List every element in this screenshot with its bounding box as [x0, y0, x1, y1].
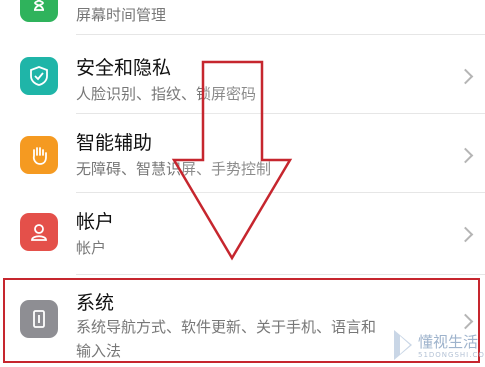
settings-item-screen-time[interactable]: 屏幕时间管理	[0, 0, 485, 28]
chevron-right-icon	[457, 147, 474, 164]
settings-item-title: 安全和隐私	[76, 57, 172, 79]
chevron-right-icon	[457, 68, 474, 85]
settings-item-subtitle: 帐户	[76, 239, 107, 257]
chevron-right-icon	[457, 226, 474, 243]
person-icon	[20, 213, 58, 251]
settings-item-account[interactable]: 帐户 帐户	[0, 193, 485, 273]
divider	[76, 274, 485, 275]
settings-item-title: 帐户	[76, 211, 115, 233]
watermark-subtext: 51DONGSHI.COM	[418, 351, 485, 359]
shield-check-icon	[20, 57, 58, 95]
settings-item-subtitle: 人脸识别、指纹、锁屏密码	[76, 85, 257, 103]
settings-item-title: 智能辅助	[76, 132, 153, 154]
settings-item-smart-assistance[interactable]: 智能辅助 无障碍、智慧识屏、手势控制	[0, 114, 485, 192]
settings-item-subtitle: 无障碍、智慧识屏、手势控制	[76, 160, 272, 178]
hand-icon	[20, 136, 58, 174]
settings-item-security-privacy[interactable]: 安全和隐私 人脸识别、指纹、锁屏密码	[0, 35, 485, 119]
hourglass-icon	[20, 0, 58, 22]
watermark-text: 懂视生活	[418, 333, 479, 351]
settings-item-subtitle: 屏幕时间管理	[76, 6, 167, 24]
